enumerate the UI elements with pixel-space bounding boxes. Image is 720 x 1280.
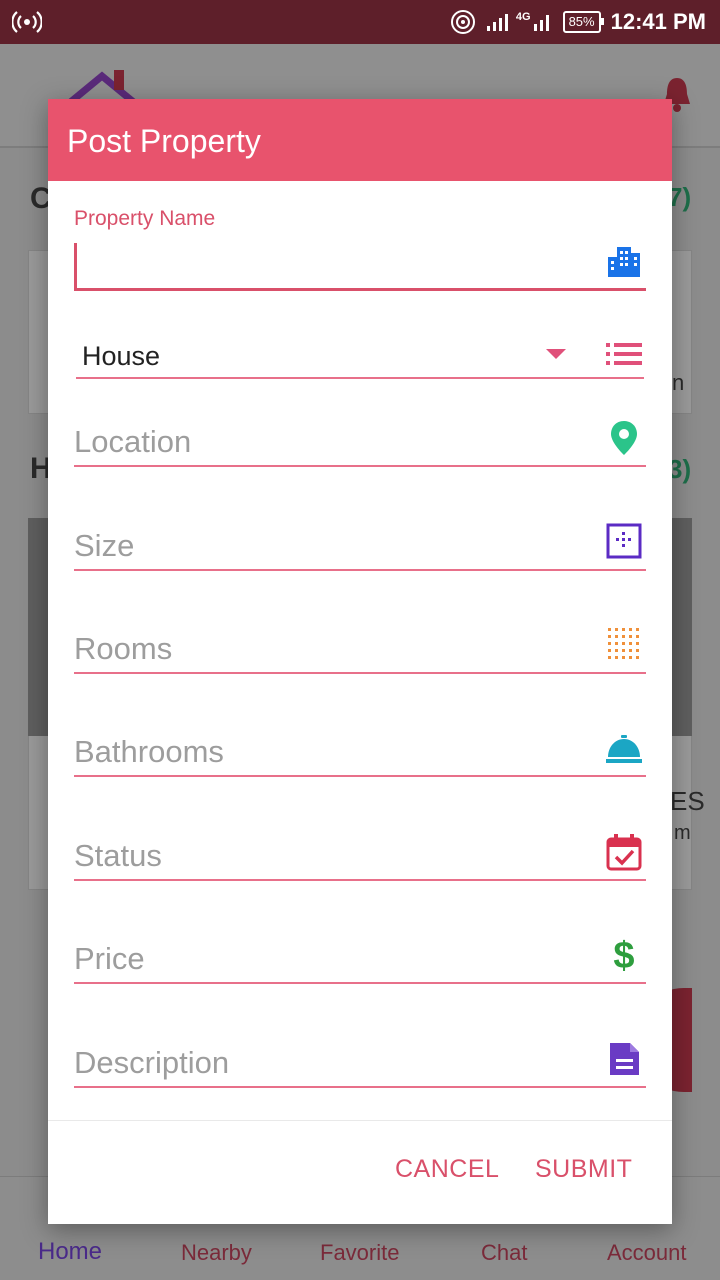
battery-icon: 85%: [562, 11, 604, 33]
bathrooms-input[interactable]: [74, 727, 594, 777]
calendar-check-icon: [606, 834, 642, 871]
price-input[interactable]: [74, 934, 594, 984]
property-name-underline: [74, 288, 646, 291]
background-listing-title: ES: [670, 786, 705, 816]
room-service-icon: [606, 735, 642, 763]
dialog-title: Post Property: [67, 123, 261, 159]
actions-divider: [48, 1120, 672, 1121]
property-name-label: Property Name: [74, 207, 216, 230]
dialog-header: Post Property: [48, 99, 672, 181]
building-icon: [608, 247, 640, 277]
nav-favorite: Favorite: [320, 1240, 400, 1265]
status-field: [74, 777, 646, 881]
rooms-field: [74, 570, 646, 674]
size-field: [74, 467, 646, 571]
background-listing-subtitle: m: [674, 822, 691, 844]
nav-home: Home: [38, 1238, 103, 1265]
location-input[interactable]: [74, 417, 594, 467]
background-card-text: n: [672, 370, 685, 395]
signal-2-icon: [533, 15, 549, 31]
description-input[interactable]: [74, 1038, 594, 1088]
dropdown-arrow-icon[interactable]: [546, 349, 566, 359]
grid-dots-icon: [608, 628, 639, 659]
status-bar: 4G 85% 12:41 PM: [0, 0, 720, 44]
clock: 12:41 PM: [610, 9, 706, 34]
post-property-dialog: Post Property Property Name House Locati…: [48, 99, 672, 1224]
size-icon: [606, 523, 642, 559]
rooms-input[interactable]: [74, 624, 594, 674]
description-field: [74, 984, 646, 1088]
description-underline: [74, 1086, 646, 1088]
svg-text:$: $: [613, 936, 634, 972]
status-input[interactable]: [74, 831, 594, 881]
nav-nearby: Nearby: [181, 1240, 252, 1265]
signal-icon: [486, 14, 508, 31]
size-input[interactable]: [74, 521, 594, 571]
property-name-field: Property Name: [74, 187, 646, 291]
nav-chat: Chat: [481, 1240, 528, 1265]
bathrooms-field: [74, 673, 646, 777]
document-icon: [610, 1043, 639, 1075]
nav-account: Account: [607, 1240, 687, 1265]
property-name-input[interactable]: [74, 241, 594, 291]
cancel-button[interactable]: CANCEL: [395, 1155, 499, 1184]
dollar-icon: $: [613, 936, 634, 972]
network-type: 4G: [515, 11, 531, 23]
hotspot-icon: [12, 11, 42, 33]
wifi-calling-icon: [450, 10, 475, 34]
location-field: [74, 363, 646, 467]
location-pin-icon: [611, 421, 637, 455]
price-field: $: [74, 880, 646, 984]
submit-button[interactable]: SUBMIT: [535, 1155, 632, 1184]
